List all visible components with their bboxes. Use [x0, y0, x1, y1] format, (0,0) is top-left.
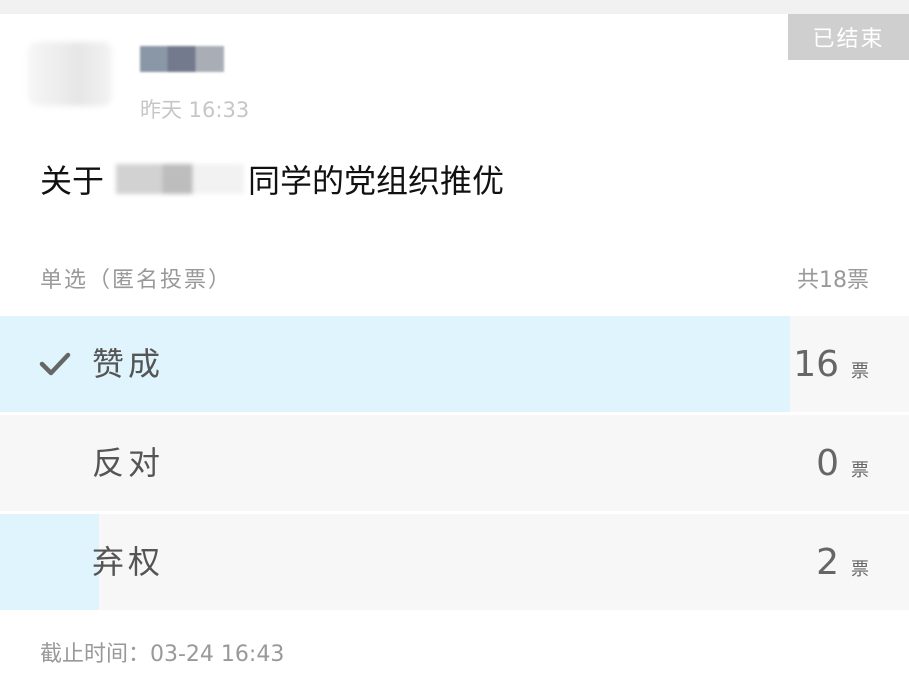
poll-title-prefix: 关于 [40, 162, 105, 200]
option-result-bar [0, 514, 99, 610]
option-label: 弃权 [92, 543, 165, 581]
option-label: 反对 [92, 444, 165, 482]
vote-count-number: 0 [816, 442, 839, 484]
status-badge: 已结束 [784, 14, 909, 60]
option-vote-count: 16 票 [793, 316, 869, 412]
vote-count-number: 16 [793, 343, 839, 385]
poll-title: 关于 同学的党组织推优 [40, 156, 504, 202]
poll-option-approve[interactable]: 赞成 16 票 [0, 316, 909, 412]
post-time: 昨天 16:33 [140, 98, 250, 122]
vote-unit: 票 [851, 559, 869, 580]
poll-option-abstain[interactable]: 弃权 2 票 [0, 514, 909, 610]
poll-type: 单选（匿名投票） [40, 268, 233, 293]
vote-unit: 票 [851, 460, 869, 481]
username-redacted [140, 46, 224, 72]
vote-unit: 票 [851, 361, 869, 382]
student-name-redacted [108, 164, 245, 194]
total-votes: 共18票 [797, 268, 869, 293]
poll-option-oppose[interactable]: 反对 0 票 [0, 415, 909, 511]
poll-deadline: 截止时间：03-24 16:43 [40, 642, 285, 667]
option-label: 赞成 [92, 345, 165, 383]
poll-title-suffix: 同学的党组织推优 [248, 162, 505, 200]
avatar[interactable] [28, 42, 112, 106]
check-icon [39, 352, 71, 376]
option-vote-count: 0 票 [816, 415, 869, 511]
option-vote-count: 2 票 [816, 514, 869, 610]
vote-count-number: 2 [816, 541, 839, 583]
